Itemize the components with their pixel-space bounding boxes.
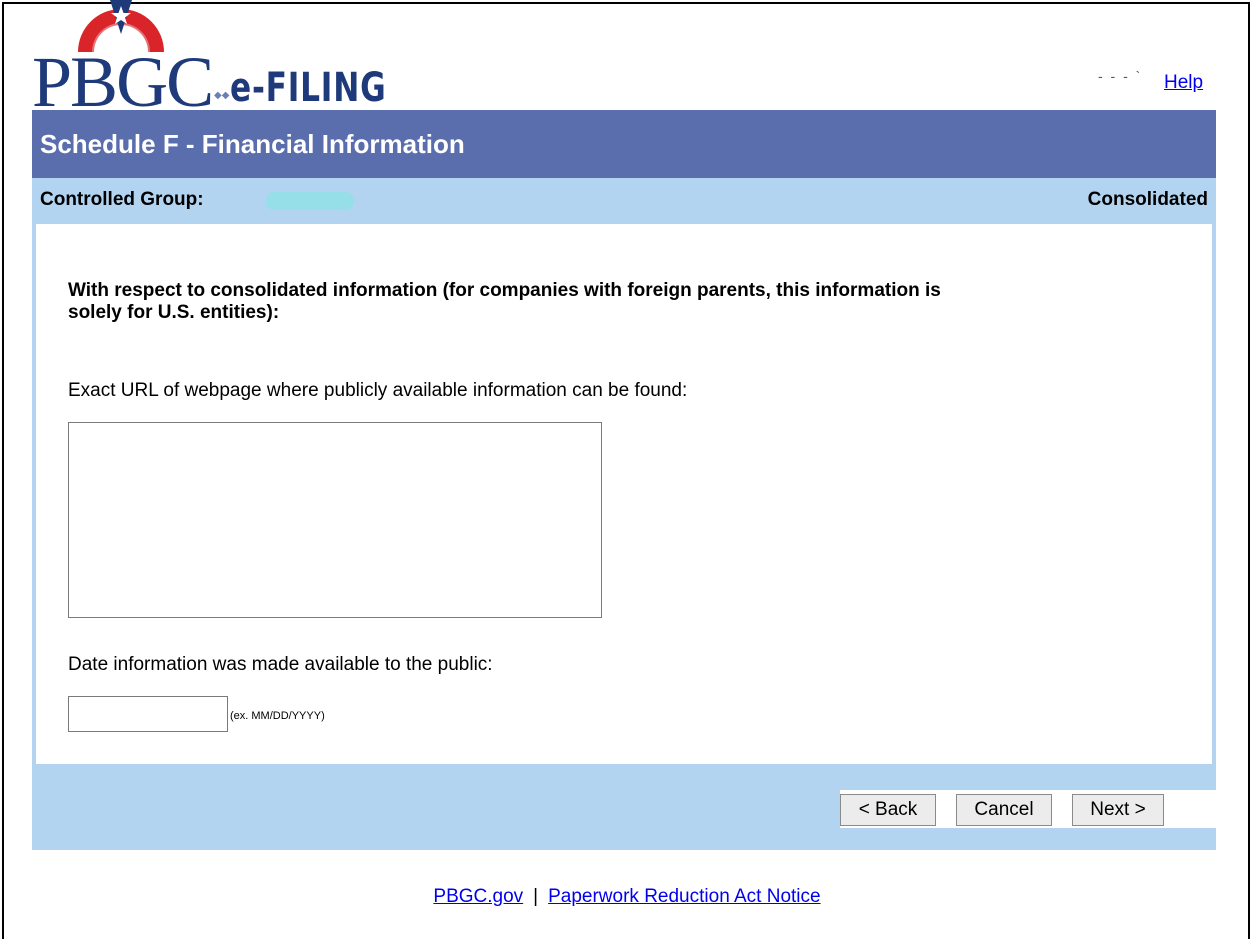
pbgc-gov-link[interactable]: PBGC.gov (433, 886, 523, 907)
help-link[interactable]: Help (1164, 72, 1203, 94)
form-intro: With respect to consolidated information… (68, 280, 941, 323)
footer: PBGC.gov | Paperwork Reduction Act Notice (0, 886, 1254, 908)
help-decoration: - - - ` (1098, 68, 1143, 84)
pbgc-logo: PBGC ◆◆ e-FILING PORTAL (32, 0, 552, 159)
cancel-button[interactable]: Cancel (956, 794, 1052, 826)
form-body: With respect to consolidated information… (36, 224, 1212, 764)
url-textarea[interactable] (68, 422, 602, 618)
title-bar: Schedule F - Financial Information (32, 110, 1216, 178)
paperwork-reduction-link[interactable]: Paperwork Reduction Act Notice (548, 886, 820, 907)
controlled-group-redacted-value (266, 192, 354, 210)
page-title: Schedule F - Financial Information (40, 129, 465, 159)
button-bar: < Back Cancel Next > (32, 764, 1216, 850)
group-bar: Controlled Group: Consolidated (32, 178, 1216, 222)
controlled-group-label: Controlled Group: (40, 189, 204, 210)
date-format-hint: (ex. MM/DD/YYYY) (230, 710, 325, 722)
next-button[interactable]: Next > (1072, 794, 1164, 826)
logo-pbgc-text: PBGC (32, 42, 214, 122)
logo-diamond-icon: ◆◆ (214, 90, 230, 101)
date-field-label: Date information was made available to t… (68, 654, 493, 675)
back-button[interactable]: < Back (840, 794, 936, 826)
footer-separator: | (533, 886, 539, 907)
url-field-label: Exact URL of webpage where publicly avai… (68, 380, 688, 401)
form-panel: With respect to consolidated information… (32, 222, 1216, 764)
filing-type-label: Consolidated (1087, 189, 1208, 210)
date-input[interactable] (68, 696, 228, 732)
